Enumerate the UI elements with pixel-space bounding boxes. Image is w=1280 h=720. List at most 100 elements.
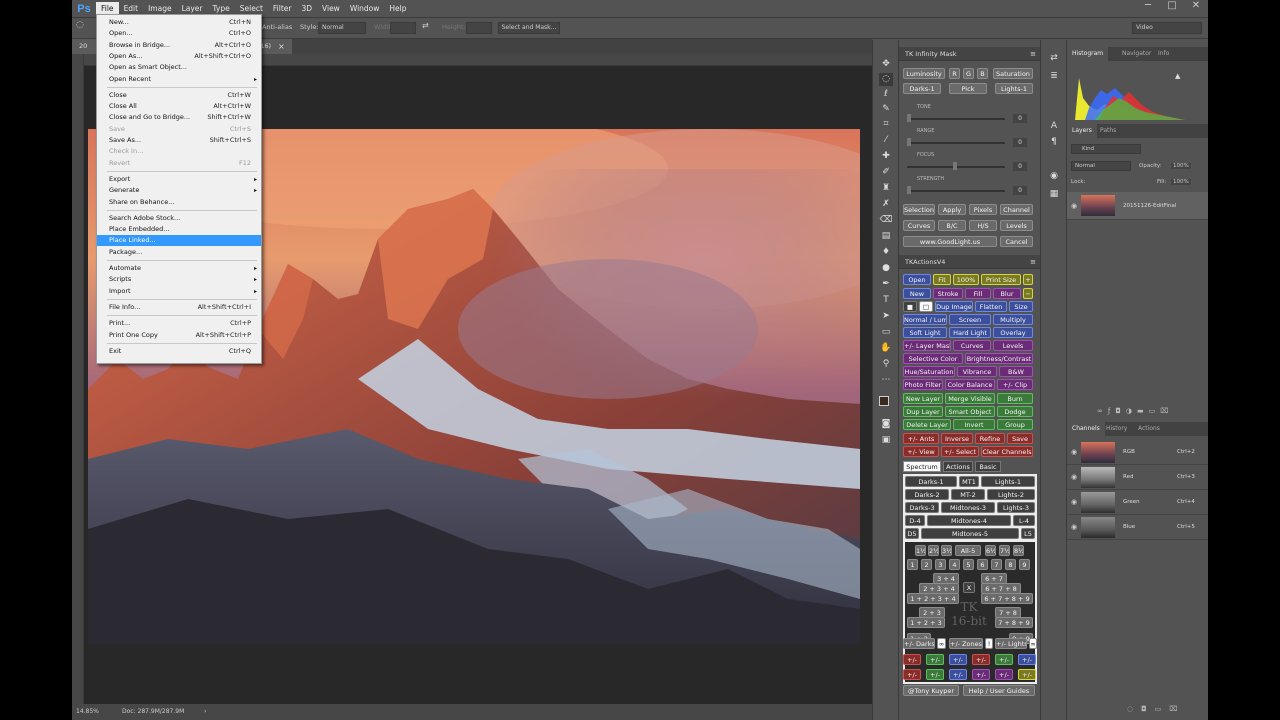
marquee-tool-icon[interactable]: ◌ (76, 20, 84, 30)
cancel-button[interactable]: Cancel (1000, 236, 1033, 247)
zones-bang-button[interactable]: ! (985, 638, 993, 649)
levels-button[interactable]: Levels (1000, 220, 1033, 231)
red-2-toggle-button[interactable]: +/- (903, 669, 921, 680)
gradient-tool-icon[interactable]: ▤ (879, 230, 893, 243)
menu-item-automate[interactable]: Automate ▸ (97, 263, 261, 274)
swatches-icon[interactable]: ▦ (1047, 188, 1061, 201)
strength-slider-thumb[interactable] (907, 186, 911, 194)
tab-navigator[interactable]: Navigator (1117, 47, 1156, 61)
minimize-button[interactable]: ─ (1138, 0, 1158, 16)
midtones-3-button[interactable]: Midtones-3 (941, 502, 995, 513)
layer-kind-filter[interactable]: Kind (1071, 144, 1141, 154)
focus-slider-thumb[interactable] (953, 162, 957, 170)
delete-channel-icon[interactable]: ⌧ (1169, 705, 1185, 713)
tab-channels[interactable]: Channels (1067, 422, 1105, 436)
visibility-eye-icon[interactable]: ◉ (1071, 523, 1077, 531)
channel-row-green[interactable]: ◉ Green Ctrl+4 (1067, 490, 1208, 515)
hue-saturation-button[interactable]: Hue/Saturation (903, 366, 955, 377)
darks-2-button[interactable]: Darks-2 (905, 489, 949, 500)
g-button[interactable]: G (963, 68, 974, 79)
zoom-100-button[interactable]: 100% (953, 274, 979, 285)
mt1-button[interactable]: MT1 (959, 476, 979, 487)
workspace-select[interactable]: Video (1132, 22, 1202, 34)
crop-tool-icon[interactable]: ⌗ (879, 118, 893, 131)
b-button[interactable]: B (977, 68, 988, 79)
all-5-button[interactable]: All-5 (955, 545, 981, 556)
clip-button[interactable]: +/- Clip (997, 379, 1033, 390)
add-mask-icon[interactable]: ◘ (1115, 407, 1126, 415)
range-slider-thumb[interactable] (907, 138, 911, 146)
l4-button[interactable]: L-4 (1013, 515, 1035, 526)
tab-info[interactable]: Info (1153, 47, 1174, 61)
visibility-eye-icon[interactable]: ◉ (1071, 473, 1077, 481)
zoom-in-button[interactable]: + (1023, 274, 1033, 285)
new-group-icon[interactable]: ▬ (1137, 407, 1149, 415)
menu-item-open-recent[interactable]: Open Recent ▸ (97, 74, 261, 85)
menu-item-scripts[interactable]: Scripts ▸ (97, 274, 261, 285)
normal-lum-button[interactable]: Normal / Lum (903, 314, 947, 325)
range-slider[interactable] (907, 142, 1005, 144)
menu-item-close-and-go-to-bridge[interactable]: Close and Go to Bridge... Shift+Ctrl+W (97, 112, 261, 123)
menu-item-open[interactable]: Open... Ctrl+O (97, 28, 261, 39)
new-layer-button[interactable]: New Layer (903, 393, 943, 404)
violet-toggle-button[interactable]: +/- (995, 669, 1013, 680)
anti-alias-checkbox[interactable]: Anti-alias (262, 23, 292, 31)
luminosity-button[interactable]: Luminosity (903, 68, 945, 79)
red-toggle-button[interactable]: +/- (903, 654, 921, 665)
zone-5-button[interactable]: 5 (963, 559, 974, 570)
r-button[interactable]: R (949, 68, 960, 79)
midtones-5-button[interactable]: Midtones-5 (921, 528, 1019, 539)
eyedropper-tool-icon[interactable]: ⁄ (879, 134, 893, 147)
dodge-tool-icon[interactable]: ● (879, 262, 893, 275)
menu-item-print-one-copy[interactable]: Print One Copy Alt+Shift+Ctrl+P (97, 330, 261, 341)
darks-3-button[interactable]: Darks-3 (905, 502, 939, 513)
menu-help[interactable]: Help (384, 2, 411, 16)
help-guides-button[interactable]: Help / User Guides (963, 685, 1035, 696)
layer-name[interactable]: 20151126-EditFinal (1123, 203, 1176, 209)
properties-icon[interactable]: ≣ (1047, 70, 1061, 83)
smart-object-button[interactable]: Smart Object (945, 406, 995, 417)
blur-button[interactable]: Blur (993, 288, 1021, 299)
blue-toggle-button[interactable]: +/- (949, 654, 967, 665)
range-value[interactable]: 0 (1013, 138, 1027, 147)
vibrance-button[interactable]: Vibrance (957, 366, 997, 377)
bw-button[interactable]: B&W (999, 366, 1033, 377)
warning-icon[interactable]: ▲ (1175, 72, 1180, 80)
tab-spectrum[interactable]: Spectrum (903, 461, 941, 472)
yellow-toggle-button[interactable]: +/- (1018, 654, 1036, 665)
pct-1-button[interactable]: 1½ (915, 545, 926, 556)
open-button[interactable]: Open (903, 274, 931, 285)
fill-value[interactable]: 100% (1171, 179, 1191, 185)
channel-row-blue[interactable]: ◉ Blue Ctrl+5 (1067, 515, 1208, 540)
channel-button[interactable]: Channel (1000, 204, 1033, 215)
lasso-tool-icon[interactable]: ℓ (879, 88, 893, 101)
type-panel-icon[interactable]: A (1047, 120, 1061, 133)
fit-button[interactable]: Fit (933, 274, 951, 285)
blur-tool-icon[interactable]: ♦ (879, 246, 893, 259)
path-select-icon[interactable]: ➤ (879, 310, 893, 323)
zoom-level[interactable]: 14.85% (76, 708, 99, 715)
dup-layer-button[interactable]: Dup Layer (903, 406, 943, 417)
mt2-button[interactable]: MT-2 (951, 489, 985, 500)
apply-button[interactable]: Apply (938, 204, 966, 215)
menu-item-open-as-smart-object[interactable]: Open as Smart Object... (97, 62, 261, 73)
selective-color-button[interactable]: Selective Color (903, 353, 963, 364)
menu-item-export[interactable]: Export ▸ (97, 174, 261, 185)
layer-mask-button[interactable]: +/- Layer Mask (903, 340, 951, 351)
tab-layers[interactable]: Layers (1067, 124, 1097, 138)
pixels-button[interactable]: Pixels (969, 204, 997, 215)
blend-mode-select[interactable]: Normal (1071, 161, 1131, 171)
merge-visible-button[interactable]: Merge Visible (945, 393, 995, 404)
menu-view[interactable]: View (317, 2, 345, 16)
focus-value[interactable]: 0 (1013, 162, 1027, 171)
d4-button[interactable]: D-4 (905, 515, 925, 526)
black-fill-button[interactable]: ■ (903, 301, 917, 312)
hand-tool-icon[interactable]: ✋ (879, 342, 893, 355)
ants-button[interactable]: +/- Ants (903, 433, 939, 444)
width-field[interactable] (390, 22, 416, 34)
adjust-icon[interactable]: ⇄ (1047, 52, 1061, 65)
strength-value[interactable]: 0 (1013, 186, 1027, 195)
history-brush-icon[interactable]: ✗ (879, 198, 893, 211)
adjustment-layer-icon[interactable]: ◑ (1126, 407, 1137, 415)
tone-slider[interactable] (907, 118, 1005, 120)
